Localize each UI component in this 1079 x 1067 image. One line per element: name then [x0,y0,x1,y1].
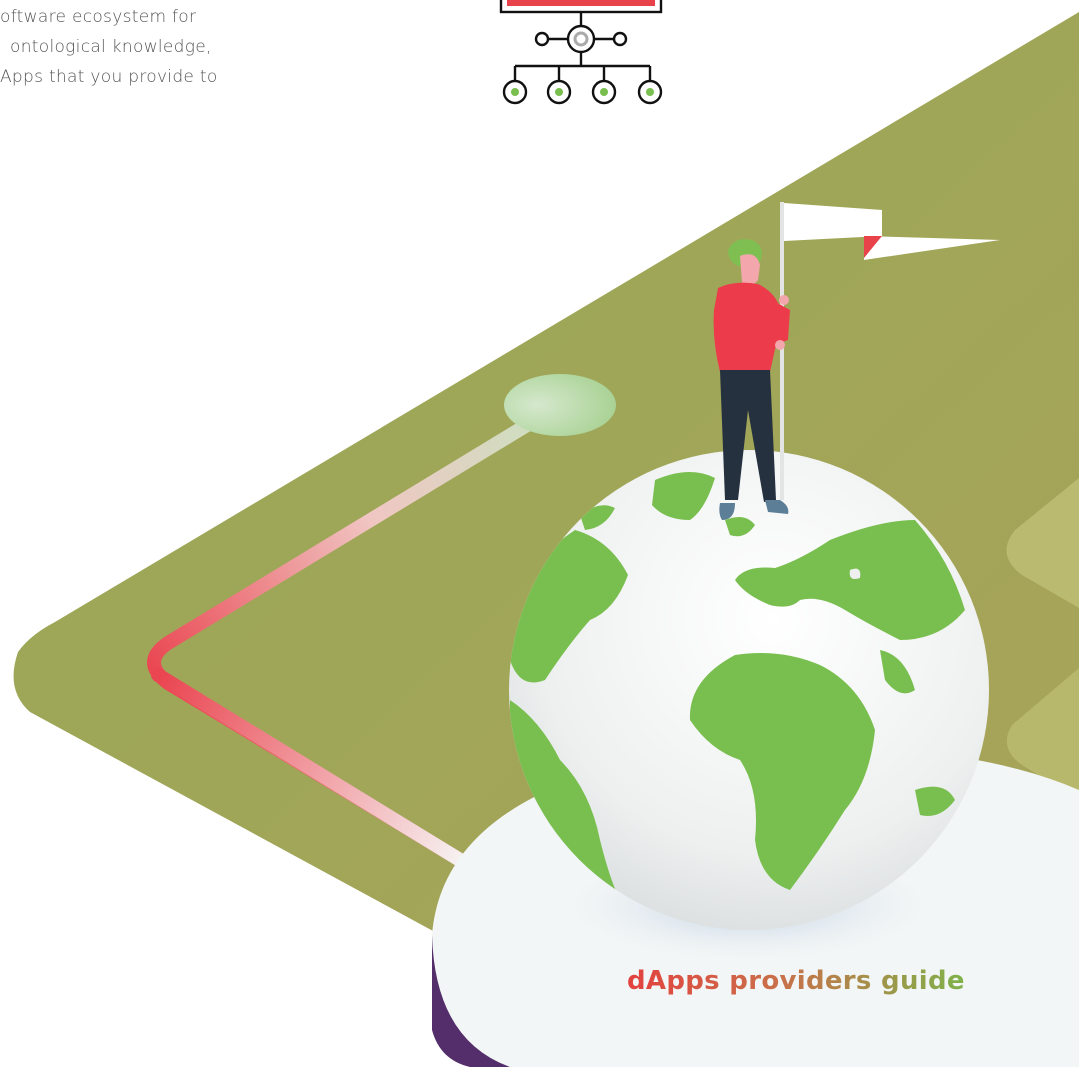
intro-line-2: ontological knowledge, [10,37,212,57]
path-node [504,374,616,436]
network-hierarchy-icon [499,0,663,105]
guide-title[interactable]: dApps providers guide [627,966,965,996]
hero-illustration-page: oftware ecosystem for ontological knowle… [0,0,1079,1067]
globe-illustration [509,450,989,930]
hero-artwork [13,0,1079,1067]
intro-paragraph: oftware ecosystem for ontological knowle… [0,2,300,92]
intro-line-3: Apps that you provide to [0,67,218,87]
intro-line-1: oftware ecosystem for [0,7,197,27]
